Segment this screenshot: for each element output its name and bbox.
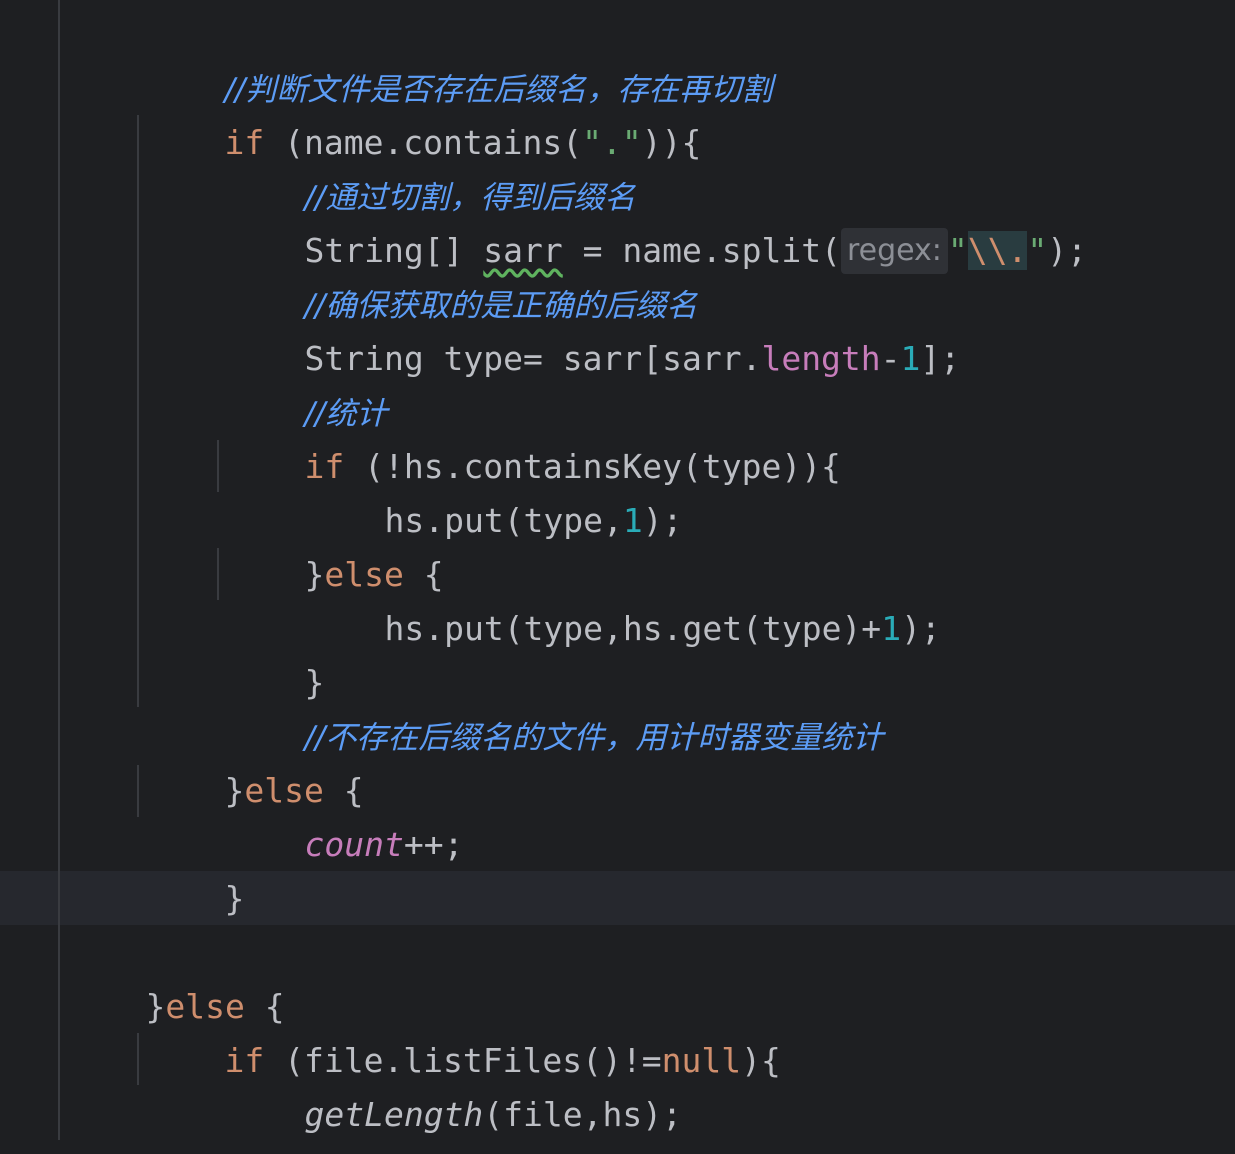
code-line-else[interactable]: }else { — [225, 494, 443, 594]
code-line-if-contains[interactable]: if (name.contains(".")){ — [145, 62, 701, 162]
code-text: } — [224, 1149, 244, 1154]
indent-guide — [137, 115, 139, 707]
code-text: } — [224, 879, 245, 918]
code-text: ){ — [741, 1041, 781, 1080]
indent-guide — [217, 548, 219, 600]
code-line-if-containskey[interactable]: if (!hs.containsKey(type)){ — [225, 386, 840, 486]
code-line-put[interactable]: hs.put(type,1); — [305, 440, 682, 540]
code-line-else[interactable]: }else { — [145, 710, 363, 810]
code-line-else[interactable]: }else { — [66, 926, 284, 1026]
code-text: - — [880, 339, 901, 378]
code-line-type[interactable]: String type= sarr[sarr.length-1]; — [225, 278, 960, 378]
code-line-close-brace[interactable]: } — [145, 818, 244, 918]
string-quote: " — [947, 231, 968, 270]
code-text: ]; — [920, 339, 961, 378]
number-literal: 1 — [881, 609, 902, 648]
code-line-close-brace[interactable]: } — [225, 602, 324, 702]
indent-guide — [217, 440, 219, 492]
field-length: length — [761, 339, 881, 378]
code-line-comment[interactable]: //通过切割，得到后缀名 — [225, 116, 635, 216]
escape-sequence: \\. — [967, 231, 1028, 270]
code-line-count[interactable]: count++; — [225, 764, 463, 864]
code-line-comment[interactable]: //确保获取的是正确的后缀名 — [225, 224, 697, 324]
parameter-hint: regex: — [840, 228, 948, 274]
code-text: ++; — [403, 825, 464, 864]
code-line-split[interactable]: String[] sarr = name.split(regex: "\\."); — [225, 170, 1087, 274]
string-quote: " — [1027, 231, 1048, 270]
code-text: ); — [901, 609, 941, 648]
number-literal: 1 — [900, 339, 921, 378]
indent-guide — [137, 1033, 139, 1085]
code-text: ); — [642, 501, 683, 540]
code-text: ); — [1047, 231, 1088, 270]
code-text: )){ — [641, 123, 702, 162]
indent-guide — [137, 765, 139, 817]
method-call-getlength: getLength — [304, 1095, 484, 1134]
code-line-getlength[interactable]: getLength(file,hs); — [225, 1034, 682, 1134]
code-line-comment[interactable]: //判断文件是否存在后缀名，存在再切割 — [145, 8, 772, 108]
code-line-comment[interactable]: //统计 — [225, 332, 387, 432]
indent-guide — [58, 0, 60, 1140]
code-editor[interactable]: //判断文件是否存在后缀名，存在再切割 if (name.contains(".… — [0, 0, 1235, 1154]
static-field-count: count — [304, 825, 404, 864]
code-text: (file,hs); — [483, 1095, 682, 1134]
comment: //不存在后缀名的文件，用计时器变量统计 — [304, 720, 884, 756]
number-literal: 1 — [622, 501, 643, 540]
code-line-if-listfiles[interactable]: if (file.listFiles()!=null){ — [145, 980, 780, 1080]
code-line-close-brace[interactable]: } — [145, 1088, 244, 1154]
code-text: hs.put(type,hs.get(type)+ — [384, 609, 882, 648]
code-line-put-increment[interactable]: hs.put(type,hs.get(type)+1); — [305, 548, 940, 648]
code-line-comment[interactable]: //不存在后缀名的文件，用计时器变量统计 — [225, 656, 883, 756]
